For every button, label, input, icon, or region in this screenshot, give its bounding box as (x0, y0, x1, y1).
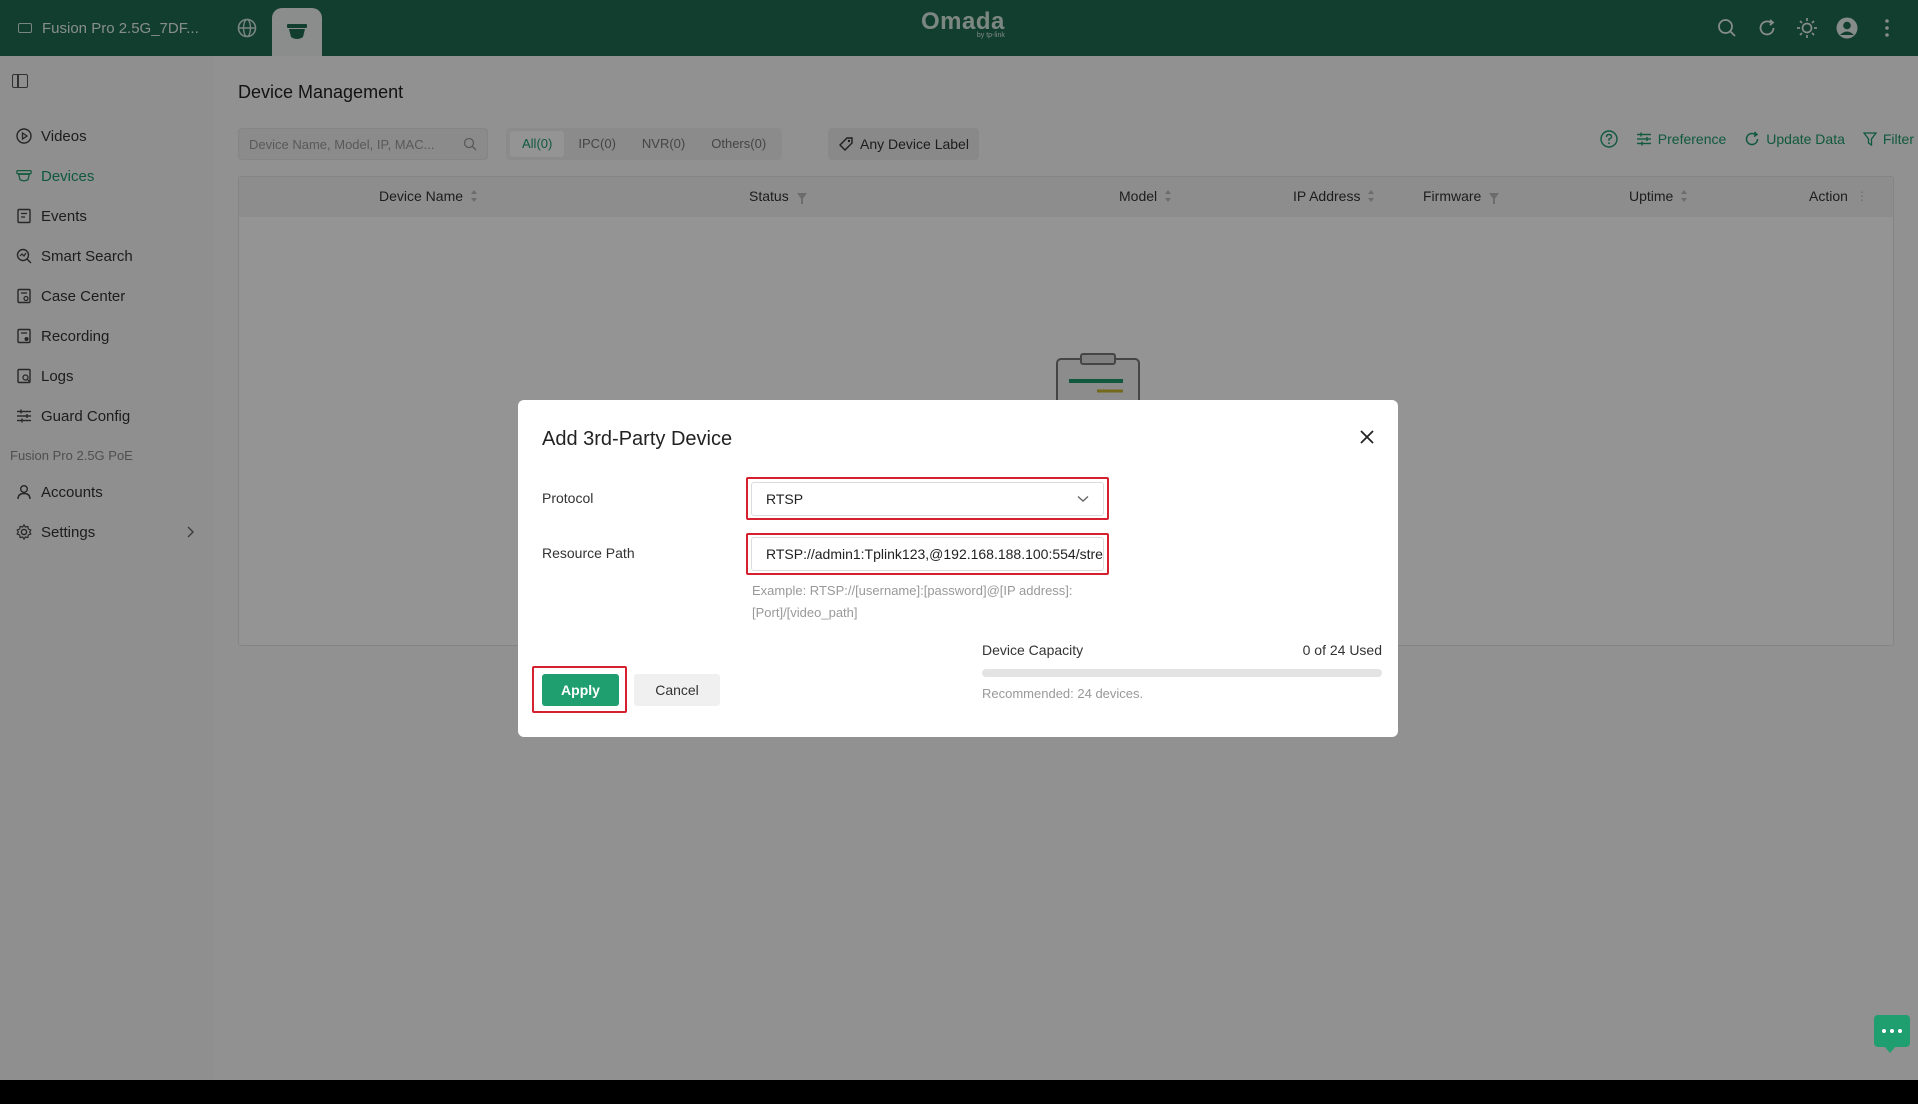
taskbar-strip (0, 1080, 1918, 1104)
resource-path-input[interactable]: RTSP://admin1:Tplink123,@192.168.188.100… (751, 537, 1104, 571)
close-icon[interactable] (1356, 426, 1378, 448)
dialog-title: Add 3rd-Party Device (542, 428, 733, 450)
apply-button[interactable]: Apply (542, 674, 619, 706)
resource-path-label: Resource Path (542, 545, 635, 561)
device-capacity-bar (982, 669, 1382, 677)
device-capacity-used: 0 of 24 Used (1302, 642, 1382, 658)
resource-path-hint: Example: RTSP://[username]:[password]@[I… (752, 583, 1073, 620)
cancel-button[interactable]: Cancel (634, 674, 720, 706)
device-capacity-label: Device Capacity (982, 642, 1084, 658)
protocol-value: RTSP (766, 491, 804, 507)
protocol-select[interactable]: RTSP (751, 482, 1104, 516)
chevron-down-icon (1077, 495, 1089, 502)
recommended-capacity: Recommended: 24 devices. (982, 686, 1144, 701)
protocol-label: Protocol (542, 490, 594, 506)
add-device-dialog: Add 3rd-Party Device Protocol RTSP Resou… (518, 400, 1398, 737)
chat-support-button[interactable] (1874, 1015, 1910, 1053)
